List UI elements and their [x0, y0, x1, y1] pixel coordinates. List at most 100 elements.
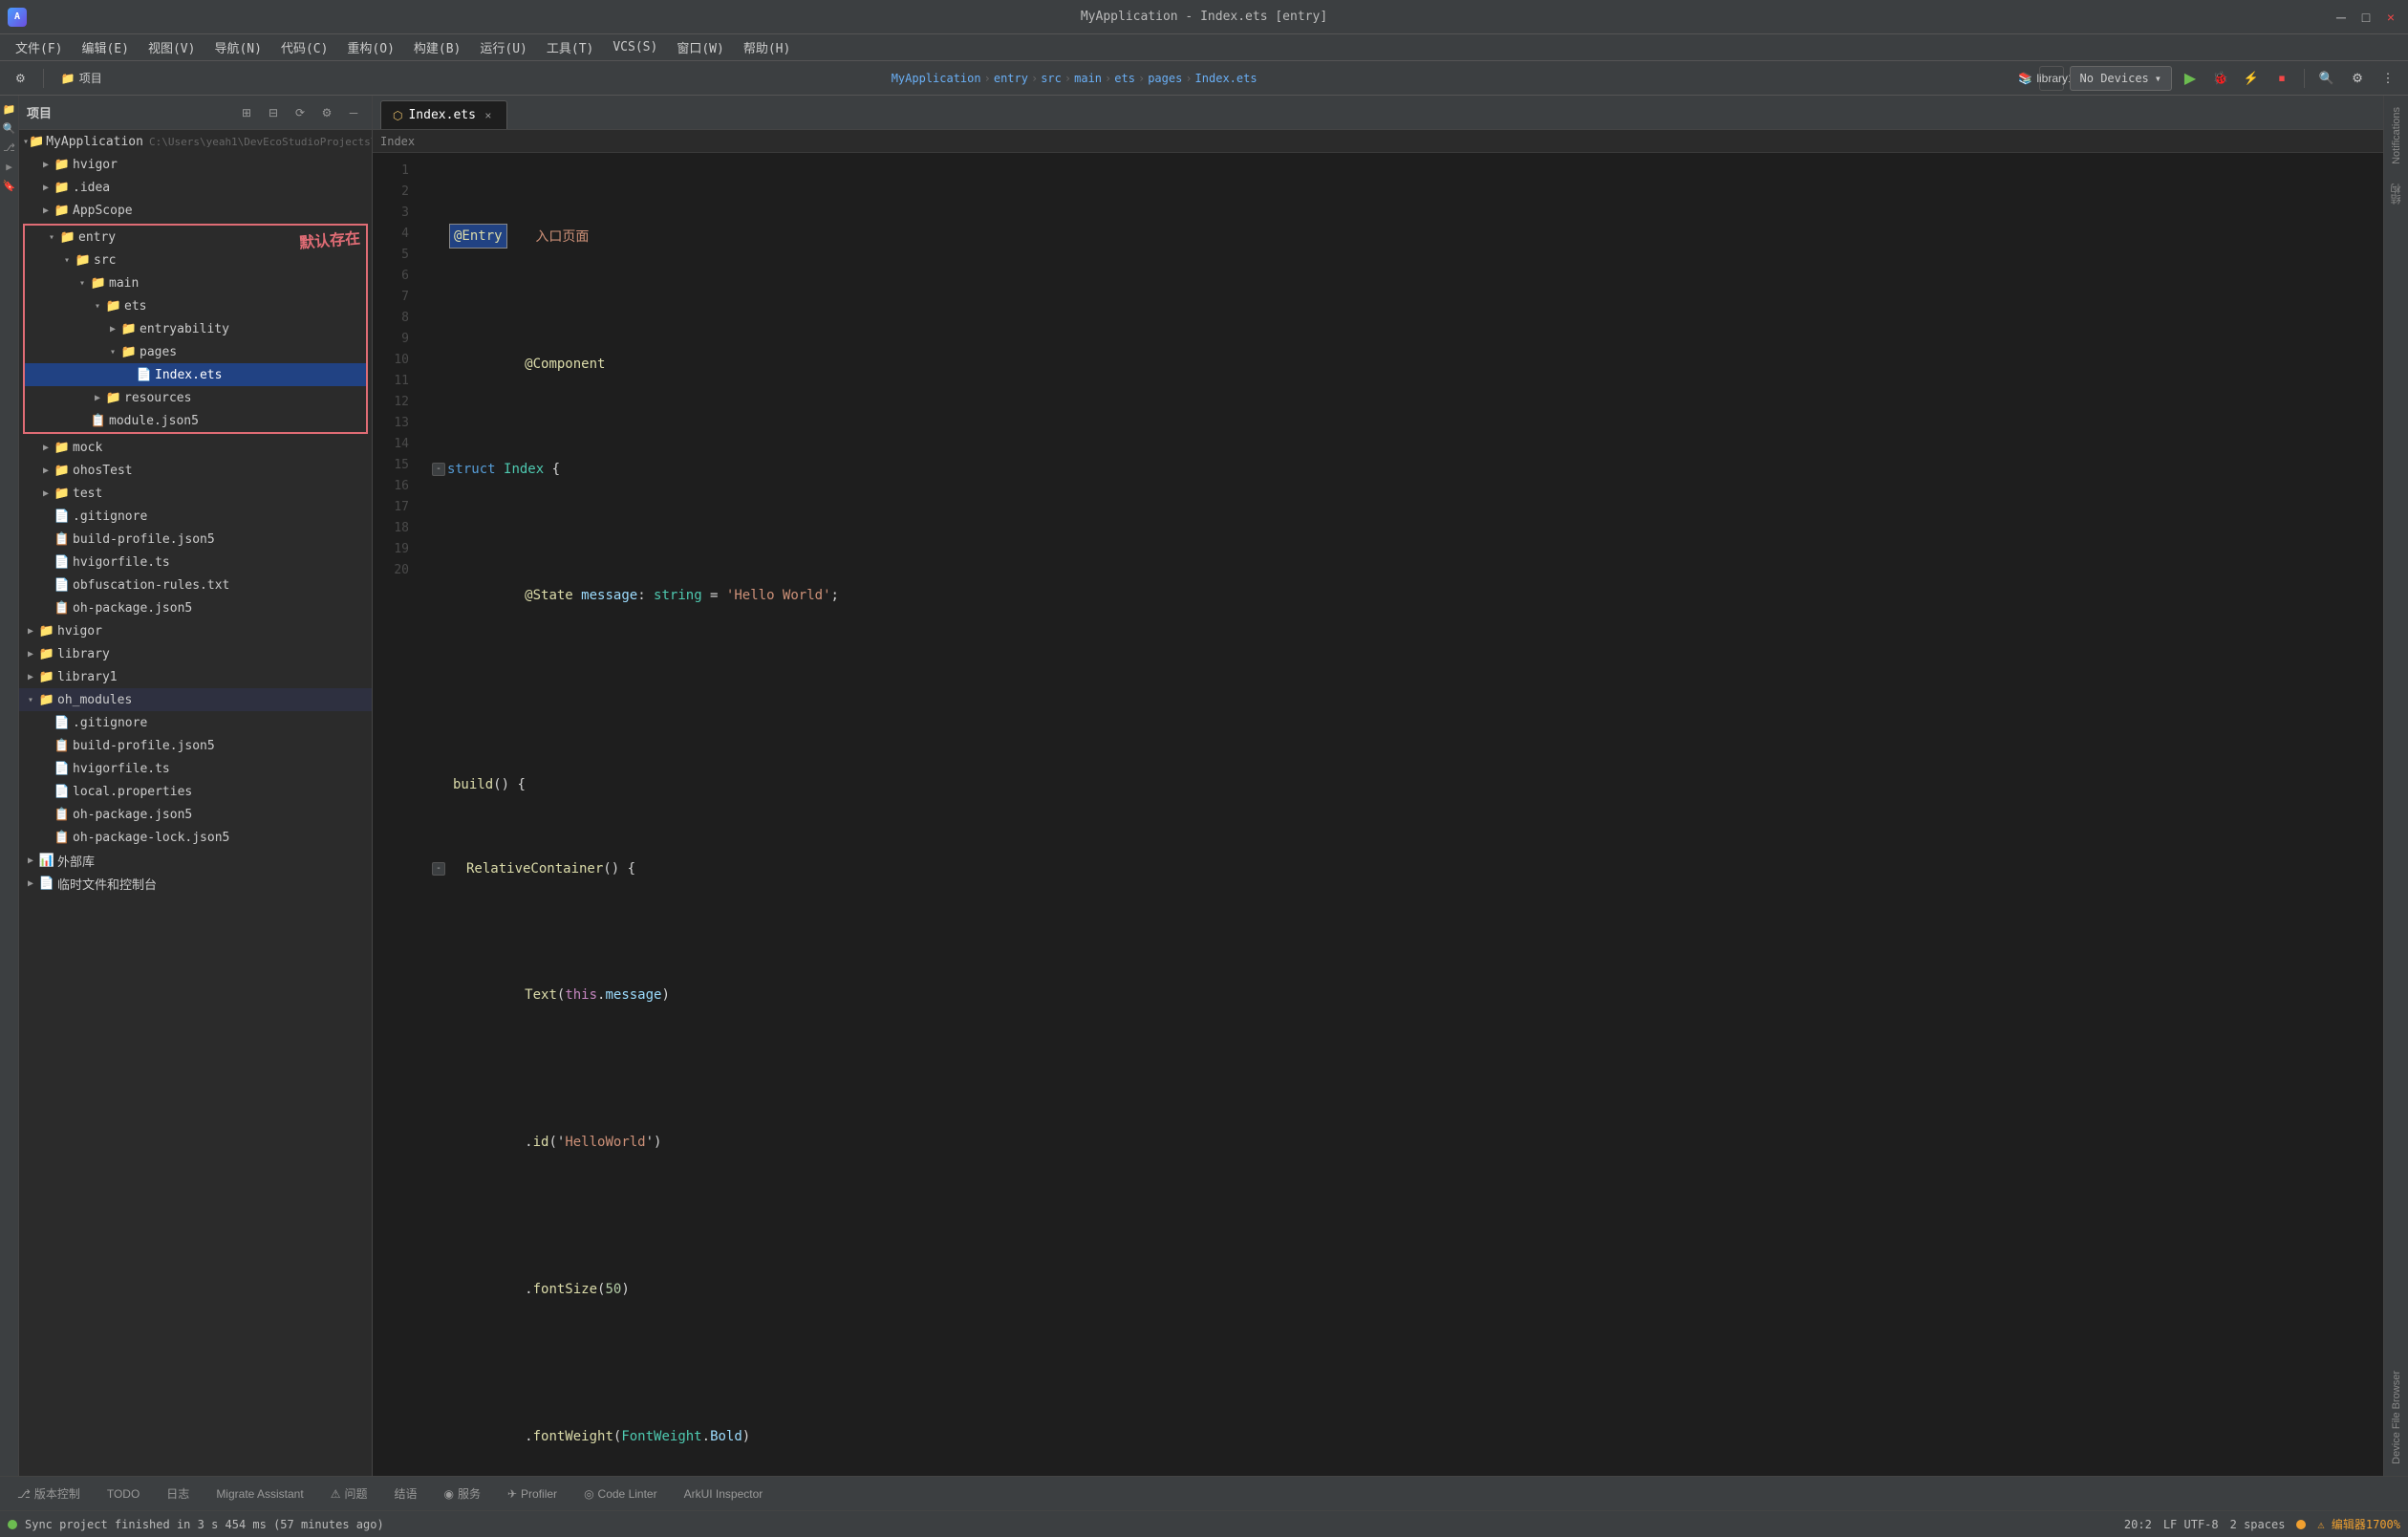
tree-item-library[interactable]: ▶ 📁 library: [19, 642, 372, 665]
settings-icon-btn[interactable]: ⚙: [8, 67, 33, 90]
tab-migrate[interactable]: Migrate Assistant: [206, 1481, 312, 1507]
tree-item-hvigorfile-ts[interactable]: ▶ 📄 hvigorfile.ts: [19, 551, 372, 574]
status-encoding[interactable]: LF UTF-8: [2163, 1518, 2219, 1531]
settings-button[interactable]: ⚙: [2345, 66, 2370, 91]
tree-item-idea[interactable]: ▶ 📁 .idea: [19, 176, 372, 199]
menu-refactor[interactable]: 重构(O): [339, 35, 401, 59]
tab-ending[interactable]: 结语: [384, 1481, 426, 1507]
menu-code[interactable]: 代码(C): [273, 35, 335, 59]
breadcrumb-entry[interactable]: entry: [994, 72, 1028, 85]
sidebar-collapse-all[interactable]: ⊟: [263, 102, 284, 123]
menu-help[interactable]: 帮助(H): [736, 35, 798, 59]
tab-arkui-inspector[interactable]: ArkUI Inspector: [675, 1481, 773, 1507]
tree-item-oh-package2[interactable]: ▶ 📋 oh-package.json5: [19, 803, 372, 826]
status-indent[interactable]: 2 spaces: [2230, 1518, 2286, 1531]
tree-item-oh-package-lock[interactable]: ▶ 📋 oh-package-lock.json5: [19, 826, 372, 849]
minimize-button[interactable]: ─: [2332, 8, 2351, 27]
close-button[interactable]: ×: [2381, 8, 2400, 27]
activity-run[interactable]: ▶: [2, 159, 17, 174]
fold-btn-3[interactable]: -: [432, 463, 445, 476]
menu-view[interactable]: 视图(V): [140, 35, 203, 59]
more-button[interactable]: ⋮: [2376, 66, 2400, 91]
tab-close-btn[interactable]: ×: [482, 109, 495, 122]
breadcrumb-src[interactable]: src: [1041, 72, 1062, 85]
menu-edit[interactable]: 编辑(E): [74, 35, 136, 59]
breadcrumb-myapp[interactable]: MyApplication: [892, 72, 981, 85]
activity-git[interactable]: ⎇: [2, 140, 17, 155]
tree-item-hvigor[interactable]: ▶ 📁 hvigor: [19, 153, 372, 176]
menu-window[interactable]: 窗口(W): [669, 35, 731, 59]
tree-item-hvigor2[interactable]: ▶ 📁 hvigor: [19, 619, 372, 642]
structure-btn[interactable]: 结构: [2385, 176, 2408, 212]
tree-item-gitignore2[interactable]: ▶ 📄 .gitignore: [19, 711, 372, 734]
debug-button[interactable]: 🐞: [2208, 66, 2233, 91]
tab-index-ets[interactable]: ⬡ Index.ets ×: [380, 100, 507, 129]
maximize-button[interactable]: □: [2356, 8, 2376, 27]
tree-item-module-json5[interactable]: ▶ 📋 module.json5: [25, 409, 366, 432]
tree-item-oh-package[interactable]: ▶ 📋 oh-package.json5: [19, 596, 372, 619]
search-button[interactable]: 🔍: [2314, 66, 2339, 91]
menu-run[interactable]: 运行(U): [472, 35, 534, 59]
profile-button[interactable]: ⚡: [2239, 66, 2264, 91]
tree-item-obfuscation[interactable]: ▶ 📄 obfuscation-rules.txt: [19, 574, 372, 596]
menu-nav[interactable]: 导航(N): [206, 35, 269, 59]
sidebar-close[interactable]: ─: [343, 102, 364, 123]
breadcrumb-index-ets[interactable]: Index.ets: [1195, 72, 1258, 85]
tree-item-hvigorfile2[interactable]: ▶ 📄 hvigorfile.ts: [19, 757, 372, 780]
notifications-btn[interactable]: Notifications: [2387, 99, 2406, 172]
tree-item-entryability[interactable]: ▶ 📁 entryability: [25, 317, 366, 340]
tree-item-test[interactable]: ▶ 📁 test: [19, 482, 372, 505]
code-editor[interactable]: 1 2 3 4 5 6 7 8 9 10 11 12 13 14 15 16 1: [373, 153, 2383, 1476]
tree-item-build-profile2[interactable]: ▶ 📋 build-profile.json5: [19, 734, 372, 757]
breadcrumb-main[interactable]: main: [1074, 72, 1102, 85]
tab-problems[interactable]: ⚠ 问题: [321, 1481, 377, 1507]
activity-search[interactable]: 🔍: [2, 120, 17, 136]
tree-item-appscope[interactable]: ▶ 📁 AppScope: [19, 199, 372, 222]
tree-item-gitignore[interactable]: ▶ 📄 .gitignore: [19, 505, 372, 528]
tree-item-resources[interactable]: ▶ 📁 resources: [25, 386, 366, 409]
run-button[interactable]: ▶: [2178, 66, 2203, 91]
tree-root[interactable]: ▾ 📁 MyApplication C:\Users\yeah1\DevEcoS…: [19, 130, 372, 153]
breadcrumb-pages[interactable]: pages: [1148, 72, 1182, 85]
tab-service[interactable]: ◉ 服务: [434, 1481, 490, 1507]
activity-bookmarks[interactable]: 🔖: [2, 178, 17, 193]
menu-tools[interactable]: 工具(T): [539, 35, 601, 59]
tree-item-local-prop[interactable]: ▶ 📄 local.properties: [19, 780, 372, 803]
menu-build[interactable]: 构建(B): [406, 35, 468, 59]
library-selector[interactable]: 📚 library1 ▾: [2039, 66, 2064, 91]
device-selector[interactable]: No Devices ▾: [2070, 66, 2172, 91]
tab-todo[interactable]: TODO: [97, 1481, 149, 1507]
tree-item-temp-files[interactable]: ▶ 📄 临时文件和控制台: [19, 872, 372, 895]
sidebar-sync[interactable]: ⟳: [290, 102, 311, 123]
tab-log[interactable]: 日志: [157, 1481, 199, 1507]
tree-item-mock[interactable]: ▶ 📁 mock: [19, 436, 372, 459]
tree-item-src[interactable]: ▾ 📁 src: [25, 249, 366, 271]
tree-item-external-lib[interactable]: ▶ 📊 外部库: [19, 849, 372, 872]
status-position[interactable]: 20:2: [2124, 1518, 2152, 1531]
tab-code-linter[interactable]: ◎ Code Linter: [574, 1481, 667, 1507]
tree-item-oh-modules[interactable]: ▾ 📁 oh_modules: [19, 688, 372, 711]
stop-button[interactable]: ⏹: [2269, 66, 2294, 91]
tree-item-index-ets[interactable]: ▶ 📄 Index.ets: [25, 363, 366, 386]
project-btn[interactable]: 📁 项目: [54, 67, 110, 90]
tab-profiler[interactable]: ✈ Profiler: [498, 1481, 567, 1507]
fold-btn-7[interactable]: -: [432, 862, 445, 876]
menu-vcs[interactable]: VCS(S): [605, 37, 665, 57]
device-file-browser-btn[interactable]: Device File Browser: [2387, 1363, 2406, 1472]
tree-item-pages[interactable]: ▾ 📁 pages: [25, 340, 366, 363]
menu-file[interactable]: 文件(F): [8, 35, 70, 59]
activity-project[interactable]: 📁: [2, 101, 17, 117]
tree-item-main[interactable]: ▾ 📁 main: [25, 271, 366, 294]
resources-label: resources: [124, 391, 191, 405]
status-sync-text[interactable]: Sync project finished in 3 s 454 ms (57 …: [25, 1518, 384, 1531]
tree-item-ets[interactable]: ▾ 📁 ets: [25, 294, 366, 317]
tab-version-control[interactable]: ⎇ 版本控制: [8, 1481, 90, 1507]
status-warning-text[interactable]: ⚠ 编辑器1700%: [2317, 1516, 2400, 1532]
tree-item-library1[interactable]: ▶ 📁 library1: [19, 665, 372, 688]
tree-item-build-profile[interactable]: ▶ 📋 build-profile.json5: [19, 528, 372, 551]
breadcrumb-ets[interactable]: ets: [1114, 72, 1135, 85]
sidebar-settings[interactable]: ⚙: [316, 102, 337, 123]
sidebar-expand-all[interactable]: ⊞: [236, 102, 257, 123]
tree-item-ohostest[interactable]: ▶ 📁 ohosTest: [19, 459, 372, 482]
code-content[interactable]: @Entry 入口页面 @Component - struct Index {: [420, 153, 2383, 1476]
